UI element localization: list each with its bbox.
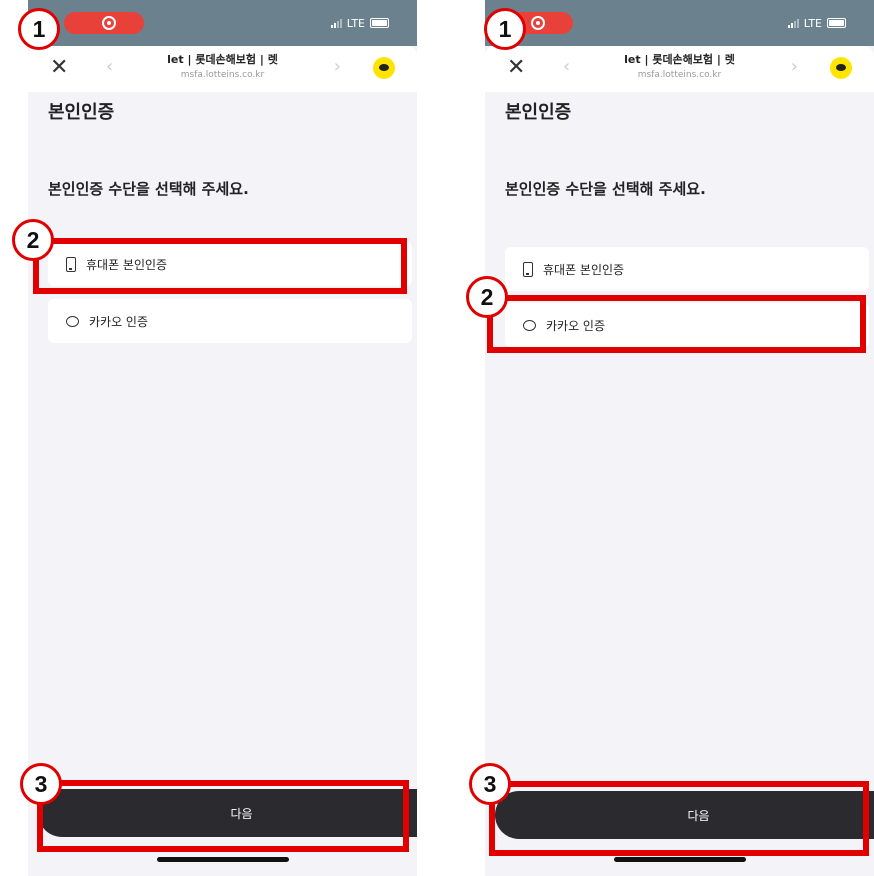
forward-icon[interactable]: › xyxy=(334,56,341,77)
highlight-box xyxy=(37,780,409,852)
phone-screen-left: LTE ✕ ‹ let | 롯데손해보험 | 렛 msfa.lotteins.c… xyxy=(28,0,417,876)
signal-icon xyxy=(330,18,342,28)
back-icon[interactable]: ‹ xyxy=(106,56,113,77)
record-icon xyxy=(102,16,116,30)
home-indicator xyxy=(156,857,289,862)
step-badge: 2 xyxy=(466,276,508,318)
highlight-box xyxy=(487,295,866,353)
back-icon[interactable]: ‹ xyxy=(563,56,570,77)
forward-icon[interactable]: › xyxy=(791,56,798,77)
highlight-box xyxy=(489,781,869,856)
mobile-phone-icon xyxy=(523,261,533,277)
page-title: 본인인증 xyxy=(505,102,572,123)
close-icon[interactable]: ✕ xyxy=(507,55,525,81)
browser-url: msfa.lotteins.co.kr xyxy=(637,70,722,80)
step-badge: 3 xyxy=(20,763,62,805)
battery-icon xyxy=(827,18,846,28)
home-indicator xyxy=(613,857,746,862)
step-badge: 1 xyxy=(484,8,526,50)
network-label: LTE xyxy=(803,16,822,30)
browser-url: msfa.lotteins.co.kr xyxy=(180,70,265,80)
status-bar: LTE xyxy=(485,0,874,46)
browser-bar: ✕ ‹ let | 롯데손해보험 | 렛 msfa.lotteins.co.kr… xyxy=(28,46,417,92)
network-label: LTE xyxy=(346,16,365,30)
option-label: 카카오 인증 xyxy=(89,314,149,329)
signal-icon xyxy=(787,18,799,28)
phone-screen-right: LTE ✕ ‹ let | 롯데손해보험 | 렛 msfa.lotteins.c… xyxy=(485,0,874,876)
battery-icon xyxy=(370,18,389,28)
record-icon xyxy=(531,16,545,30)
option-label: 휴대폰 본인인증 xyxy=(543,262,625,277)
chat-bubble-icon xyxy=(66,315,79,327)
screen-record-pill[interactable] xyxy=(64,12,144,34)
auth-prompt: 본인인증 수단을 선택해 주세요. xyxy=(505,180,706,198)
step-badge: 2 xyxy=(12,219,54,261)
option-phone-auth[interactable]: 휴대폰 본인인증 xyxy=(505,247,869,291)
highlight-box xyxy=(33,238,407,294)
page-title: 본인인증 xyxy=(48,102,115,123)
kakaotalk-icon[interactable] xyxy=(373,57,395,79)
kakaotalk-icon[interactable] xyxy=(830,57,852,79)
option-kakao-auth[interactable]: 카카오 인증 xyxy=(48,299,412,343)
status-bar: LTE xyxy=(28,0,417,46)
browser-title: let | 롯데손해보험 | 렛 xyxy=(624,53,735,66)
auth-prompt: 본인인증 수단을 선택해 주세요. xyxy=(48,180,249,198)
close-icon[interactable]: ✕ xyxy=(50,55,68,81)
browser-title: let | 롯데손해보험 | 렛 xyxy=(167,53,278,66)
step-badge: 1 xyxy=(18,8,60,50)
browser-bar: ✕ ‹ let | 롯데손해보험 | 렛 msfa.lotteins.co.kr… xyxy=(485,46,874,92)
step-badge: 3 xyxy=(469,763,511,805)
